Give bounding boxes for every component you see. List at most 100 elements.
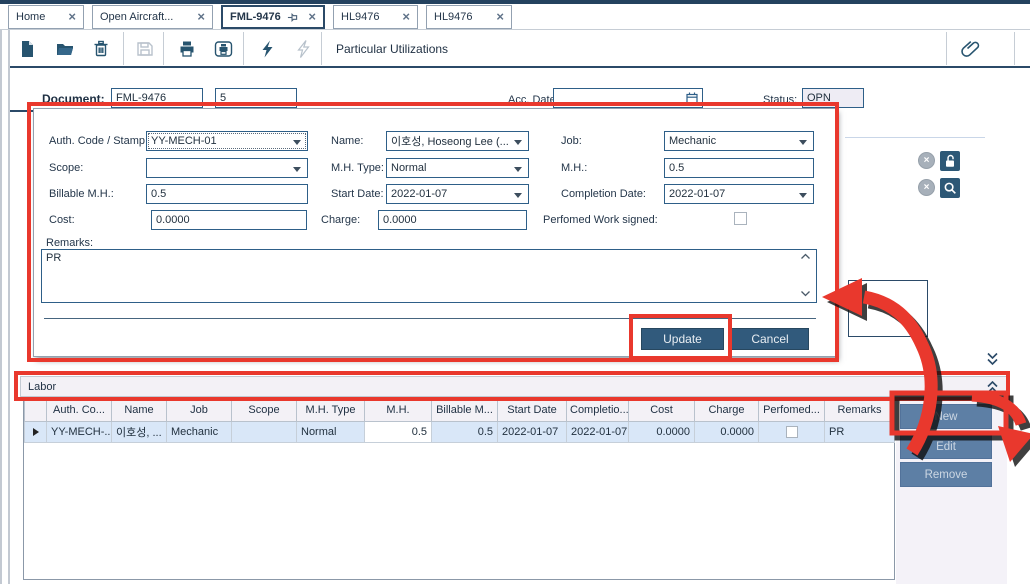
col-mh[interactable]: M.H. bbox=[365, 400, 432, 421]
cell-remarks[interactable]: PR bbox=[825, 421, 895, 442]
chevron-down-icon[interactable] bbox=[514, 193, 522, 198]
cell-billable-mh[interactable]: 0.5 bbox=[432, 421, 498, 442]
cost-input[interactable] bbox=[151, 210, 307, 230]
toolbar-title: Particular Utilizations bbox=[336, 42, 448, 56]
cell-scope[interactable] bbox=[232, 421, 297, 442]
edit-button[interactable]: Edit bbox=[900, 434, 992, 459]
print-button[interactable] bbox=[176, 38, 198, 60]
col-mh-type[interactable]: M.H. Type bbox=[297, 400, 365, 421]
mh-input[interactable] bbox=[664, 158, 814, 178]
chevron-down-icon[interactable] bbox=[293, 167, 301, 172]
print-preview-icon bbox=[214, 40, 233, 58]
calendar-icon[interactable] bbox=[686, 92, 698, 105]
new-document-button[interactable] bbox=[16, 38, 38, 60]
tab-close-icon[interactable]: × bbox=[197, 11, 205, 23]
tab-home[interactable]: Home × bbox=[8, 5, 84, 29]
cancel-button[interactable]: Cancel bbox=[731, 328, 809, 350]
print-preview-button[interactable] bbox=[212, 38, 234, 60]
completion-date-combo[interactable]: 2022-01-07 bbox=[664, 184, 814, 204]
scope-combo[interactable] bbox=[146, 158, 308, 178]
col-charge[interactable]: Charge bbox=[695, 400, 759, 421]
col-cost[interactable]: Cost bbox=[629, 400, 695, 421]
cell-start-date[interactable]: 2022-01-07 bbox=[498, 421, 567, 442]
col-billable-mh[interactable]: Billable M... bbox=[432, 400, 498, 421]
tab-close-icon[interactable]: × bbox=[68, 11, 76, 23]
pin-icon[interactable] bbox=[287, 12, 298, 23]
cell-performed-signed[interactable] bbox=[759, 421, 825, 442]
tab-close-icon[interactable]: × bbox=[308, 11, 316, 23]
form-separator bbox=[44, 318, 816, 319]
execute-disabled-button bbox=[292, 38, 314, 60]
table-row[interactable]: YY-MECH-... 이호성, ... Mechanic Normal 0.5… bbox=[25, 421, 895, 442]
attachment-button[interactable] bbox=[960, 38, 982, 60]
tab-hl9476-1[interactable]: HL9476 × bbox=[333, 5, 418, 29]
col-performed[interactable]: Perfomed... bbox=[759, 400, 825, 421]
col-completion-date[interactable]: Completio... bbox=[567, 400, 629, 421]
performed-work-signed-checkbox[interactable] bbox=[734, 212, 747, 225]
col-start-date[interactable]: Start Date bbox=[498, 400, 567, 421]
cell-cost[interactable]: 0.0000 bbox=[629, 421, 695, 442]
tab-close-icon[interactable]: × bbox=[402, 11, 410, 23]
job-combo[interactable]: Mechanic bbox=[664, 131, 814, 151]
col-job[interactable]: Job bbox=[167, 400, 232, 421]
collapse-section-icon[interactable] bbox=[985, 381, 1000, 394]
cell-job[interactable]: Mechanic bbox=[167, 421, 232, 442]
chevron-down-icon[interactable] bbox=[514, 140, 522, 145]
start-date-combo[interactable]: 2022-01-07 bbox=[386, 184, 529, 204]
execute-button[interactable] bbox=[256, 38, 278, 60]
remove-button[interactable]: Remove bbox=[900, 462, 992, 487]
cell-auth-code[interactable]: YY-MECH-... bbox=[47, 421, 112, 442]
row-signed-checkbox[interactable] bbox=[786, 426, 798, 438]
update-button[interactable]: Update bbox=[641, 328, 724, 350]
job-value: Mechanic bbox=[669, 135, 716, 147]
main-toolbar: Particular Utilizations bbox=[10, 30, 1030, 68]
save-icon bbox=[136, 40, 154, 58]
document-seq-input[interactable] bbox=[215, 88, 297, 108]
cell-mh-type[interactable]: Normal bbox=[297, 421, 365, 442]
remarks-textarea[interactable]: PR bbox=[41, 249, 817, 303]
billable-mh-input[interactable] bbox=[146, 184, 308, 204]
cost-label: Cost: bbox=[49, 214, 75, 226]
mh-type-combo[interactable]: Normal bbox=[386, 158, 529, 178]
collapse-panel-icon[interactable] bbox=[985, 352, 1000, 366]
document-number-input[interactable] bbox=[111, 88, 203, 108]
col-name[interactable]: Name bbox=[112, 400, 167, 421]
name-combo[interactable]: 이호성, Hoseong Lee (... bbox=[386, 131, 529, 151]
mh-type-label: M.H. Type: bbox=[331, 162, 384, 174]
new-button[interactable]: New bbox=[900, 404, 992, 429]
mh-type-value: Normal bbox=[391, 162, 426, 174]
print-icon bbox=[178, 40, 196, 58]
toolbar-divider bbox=[321, 32, 322, 65]
unlock-button[interactable] bbox=[940, 151, 960, 171]
cell-mh[interactable]: 0.5 bbox=[365, 421, 432, 442]
clear-field-icon[interactable]: × bbox=[918, 152, 935, 169]
scroll-down-icon[interactable] bbox=[800, 290, 811, 297]
chevron-down-icon[interactable] bbox=[799, 140, 807, 145]
chevron-down-icon[interactable] bbox=[293, 140, 301, 145]
open-button[interactable] bbox=[54, 38, 76, 60]
auth-code-combo[interactable]: YY-MECH-01 bbox=[146, 131, 308, 151]
charge-input[interactable] bbox=[378, 210, 527, 230]
chevron-down-icon[interactable] bbox=[514, 167, 522, 172]
delete-button[interactable] bbox=[90, 38, 112, 60]
labor-section-header[interactable]: Labor bbox=[20, 376, 1007, 397]
col-auth-code[interactable]: Auth. Co... bbox=[47, 400, 112, 421]
col-remarks[interactable]: Remarks bbox=[825, 400, 895, 421]
col-scope[interactable]: Scope bbox=[232, 400, 297, 421]
tab-open-aircraft[interactable]: Open Aircraft... × bbox=[92, 5, 213, 29]
acc-date-input[interactable] bbox=[553, 88, 703, 108]
cell-charge[interactable]: 0.0000 bbox=[695, 421, 759, 442]
tab-fml-9476-5[interactable]: FML-9476-5 × bbox=[221, 5, 325, 29]
tab-close-icon[interactable]: × bbox=[496, 11, 504, 23]
chevron-down-icon[interactable] bbox=[799, 193, 807, 198]
new-document-icon bbox=[18, 40, 36, 58]
save-button[interactable] bbox=[134, 38, 156, 60]
tab-hl9476-2[interactable]: HL9476 × bbox=[426, 5, 512, 29]
search-button[interactable] bbox=[940, 178, 960, 198]
scroll-up-icon[interactable] bbox=[800, 253, 811, 260]
cell-completion-date[interactable]: 2022-01-07 bbox=[567, 421, 629, 442]
left-splitter[interactable] bbox=[0, 29, 10, 584]
cell-name[interactable]: 이호성, ... bbox=[112, 421, 167, 442]
clear-field-icon[interactable]: × bbox=[918, 179, 935, 196]
tab-label: HL9476 bbox=[434, 11, 486, 23]
